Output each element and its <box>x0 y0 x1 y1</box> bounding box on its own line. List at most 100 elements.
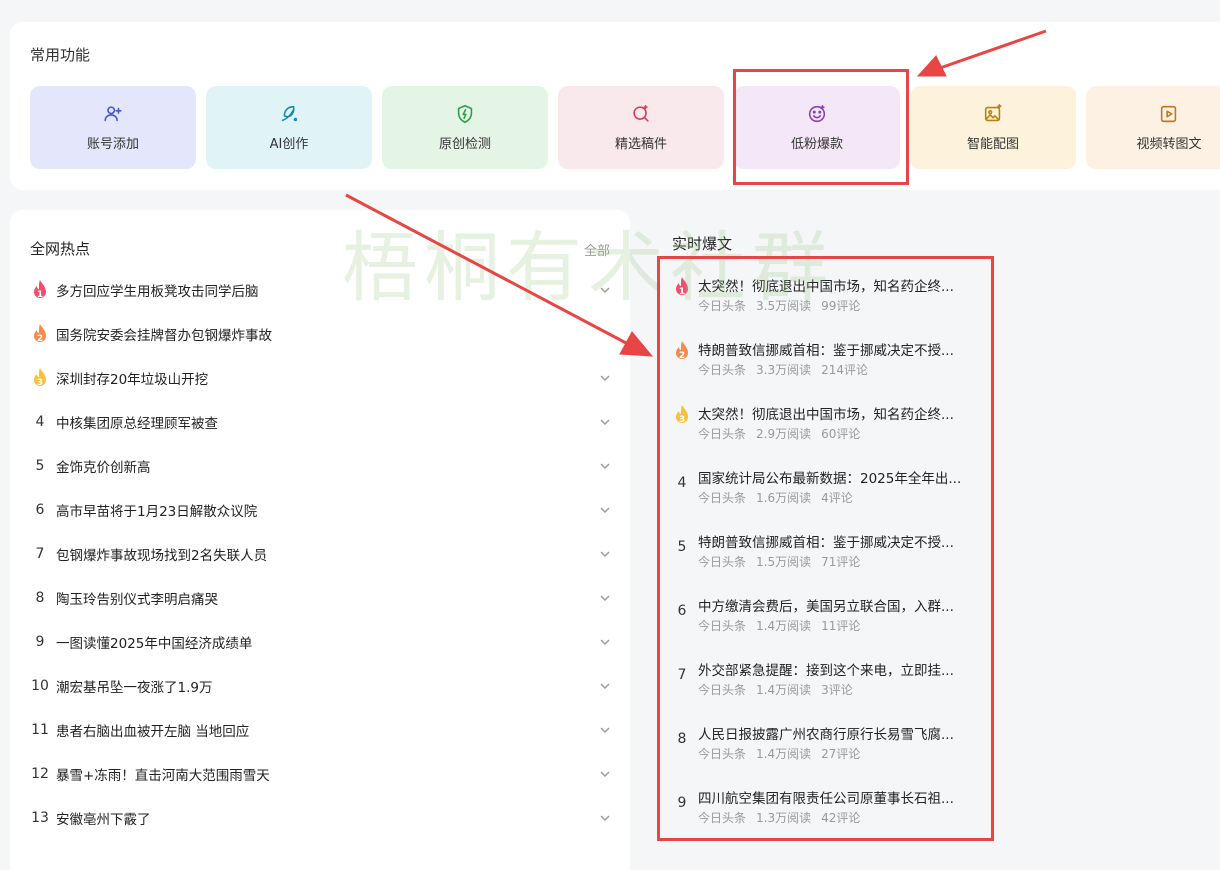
tile-shield-check[interactable]: 原创检测 <box>382 86 548 169</box>
rank-flame-icon: 3 <box>34 368 46 388</box>
hot-topic-text: 暴雪+冻雨！直击河南大范围雨雪天 <box>56 768 270 784</box>
rank-number: 12 <box>31 766 49 782</box>
hot-topic-row[interactable]: 5 金饰克价创新高 <box>30 452 612 480</box>
viral-article-item[interactable]: 5 特朗普致信挪威首相：鉴于挪威决定不授... 今日头条 1.5万阅读 71评论 <box>672 531 972 577</box>
common-functions-card: 常用功能 账号添加 AI创作 原创检测 精选稿件 低粉爆款 智能配图 视频转图文 <box>10 22 1220 190</box>
viral-rank: 8 <box>677 731 687 747</box>
viral-rank: 7 <box>677 667 687 683</box>
hot-topic-row[interactable]: 11 患者右脑出血被开左脑 当地回应 <box>30 716 612 744</box>
rank-number: 10 <box>31 678 49 694</box>
viral-article-title[interactable]: 特朗普致信挪威首相：鉴于挪威决定不授... <box>698 339 970 359</box>
hot-topic-text: 深圳封存20年垃圾山开挖 <box>56 372 209 388</box>
tile-image-sparkle[interactable]: 智能配图 <box>910 86 1076 169</box>
chevron-down-icon[interactable] <box>598 635 612 649</box>
tile-feather-pen[interactable]: AI创作 <box>206 86 372 169</box>
search-sparkle-icon <box>633 104 649 122</box>
rank-number: 8 <box>35 590 45 606</box>
hot-topic-text: 潮宏基吊坠一夜涨了1.9万 <box>56 680 213 696</box>
rank-number: 7 <box>35 546 45 562</box>
hot-topic-text: 包钢爆炸事故现场找到2名失联人员 <box>56 548 268 564</box>
tile-add-user[interactable]: 账号添加 <box>30 86 196 169</box>
viral-article-meta: 今日头条 1.3万阅读 42评论 <box>698 809 870 826</box>
viral-article-item[interactable]: 4 国家统计局公布最新数据：2025年全年出... 今日头条 1.6万阅读 4评论 <box>672 467 972 513</box>
hot-topic-row[interactable]: 10 潮宏基吊坠一夜涨了1.9万 <box>30 672 612 700</box>
add-user-icon <box>104 106 122 122</box>
chevron-down-icon[interactable] <box>598 723 612 737</box>
tile-label: 视频转图文 <box>1136 137 1202 152</box>
viral-article-meta: 今日头条 1.6万阅读 4评论 <box>698 489 863 506</box>
viral-article-title[interactable]: 中方缴清会费后，美国另立联合国，入群... <box>698 595 970 615</box>
hot-topic-row[interactable]: 7 包钢爆炸事故现场找到2名失联人员 <box>30 540 612 568</box>
article-source: 今日头条 <box>698 299 747 313</box>
viral-article-title[interactable]: 太突然！彻底退出中国市场，知名药企终... <box>698 275 970 295</box>
article-comments: 214评论 <box>821 363 869 377</box>
view-all-link[interactable]: 全部 <box>584 240 610 259</box>
viral-rank: 4 <box>677 475 687 491</box>
viral-article-item[interactable]: 6 中方缴清会费后，美国另立联合国，入群... 今日头条 1.4万阅读 11评论 <box>672 595 972 641</box>
hot-topics-title: 全网热点 <box>30 240 91 258</box>
viral-article-title[interactable]: 太突然！彻底退出中国市场，知名药企终... <box>698 403 970 423</box>
viral-article-title[interactable]: 国家统计局公布最新数据：2025年全年出... <box>698 467 970 487</box>
article-reads: 3.5万阅读 <box>756 299 812 313</box>
tile-search-sparkle[interactable]: 精选稿件 <box>558 86 724 169</box>
tile-smile-sparkle[interactable]: 低粉爆款 <box>734 86 900 169</box>
chevron-down-icon[interactable] <box>598 767 612 781</box>
common-functions-title: 常用功能 <box>30 46 91 64</box>
hot-topic-row[interactable]: 2 国务院安委会挂牌督办包钢爆炸事故 <box>30 320 612 348</box>
chevron-down-icon[interactable] <box>598 547 612 561</box>
svg-text:3: 3 <box>37 378 43 388</box>
article-comments: 42评论 <box>821 811 861 825</box>
hot-topic-row[interactable]: 6 高市早苗将于1月23日解散众议院 <box>30 496 612 524</box>
article-reads: 1.5万阅读 <box>756 555 812 569</box>
viral-rank: 6 <box>677 603 687 619</box>
viral-article-title[interactable]: 四川航空集团有限责任公司原董事长石祖... <box>698 787 970 807</box>
article-source: 今日头条 <box>698 555 747 569</box>
rank-number: 4 <box>35 414 45 430</box>
chevron-down-icon[interactable] <box>598 679 612 693</box>
article-source: 今日头条 <box>698 427 747 441</box>
hot-topic-row[interactable]: 4 中核集团原总经理顾军被查 <box>30 408 612 436</box>
feather-pen-icon <box>281 105 298 122</box>
chevron-down-icon[interactable] <box>598 503 612 517</box>
viral-article-title[interactable]: 特朗普致信挪威首相：鉴于挪威决定不授... <box>698 531 970 551</box>
viral-rank: 2 <box>672 340 692 362</box>
viral-article-item[interactable]: 3 太突然！彻底退出中国市场，知名药企终... 今日头条 2.9万阅读 60评论 <box>672 403 972 449</box>
tile-label: 智能配图 <box>966 137 1019 152</box>
rank-flame-icon: 2 <box>34 324 46 344</box>
hot-topic-row[interactable]: 13 安徽亳州下霰了 <box>30 804 612 832</box>
chevron-down-icon[interactable] <box>598 591 612 605</box>
chevron-down-icon[interactable] <box>598 811 612 825</box>
tile-video-doc[interactable]: 视频转图文 <box>1086 86 1220 169</box>
article-source: 今日头条 <box>698 619 747 633</box>
viral-rank: 5 <box>677 539 687 555</box>
hot-topic-row[interactable]: 1 多方回应学生用板凳攻击同学后脑 <box>30 276 612 304</box>
chevron-down-icon[interactable] <box>598 415 612 429</box>
article-comments: 27评论 <box>821 747 861 761</box>
viral-article-item[interactable]: 8 人民日报披露广州农商行原行长易雪飞腐... 今日头条 1.4万阅读 27评论 <box>672 723 972 769</box>
svg-text:2: 2 <box>679 351 685 361</box>
viral-article-item[interactable]: 1 太突然！彻底退出中国市场，知名药企终... 今日头条 3.5万阅读 99评论 <box>672 275 972 321</box>
chevron-down-icon[interactable] <box>598 459 612 473</box>
chevron-down-icon[interactable] <box>598 283 612 297</box>
hot-topic-row[interactable]: 3 深圳封存20年垃圾山开挖 <box>30 364 612 392</box>
rank-flame-icon: 1 <box>34 280 46 300</box>
viral-rank: 3 <box>672 404 692 426</box>
viral-article-item[interactable]: 7 外交部紧急提醒：接到这个来电，立即挂... 今日头条 1.4万阅读 3评论 <box>672 659 972 705</box>
viral-article-item[interactable]: 2 特朗普致信挪威首相：鉴于挪威决定不授... 今日头条 3.3万阅读 214评论 <box>672 339 972 385</box>
hot-topic-row[interactable]: 9 一图读懂2025年中国经济成绩单 <box>30 628 612 656</box>
smile-sparkle-icon <box>808 104 826 123</box>
chevron-down-icon[interactable] <box>598 371 612 385</box>
tile-label: 精选稿件 <box>614 137 667 152</box>
article-source: 今日头条 <box>698 683 747 697</box>
svg-text:1: 1 <box>679 287 685 297</box>
rank-number: 6 <box>35 502 45 518</box>
hot-topic-row[interactable]: 8 陶玉玲告别仪式李明启痛哭 <box>30 584 612 612</box>
viral-article-title[interactable]: 人民日报披露广州农商行原行长易雪飞腐... <box>698 723 970 743</box>
article-comments: 71评论 <box>821 555 861 569</box>
viral-article-item[interactable]: 9 四川航空集团有限责任公司原董事长石祖... 今日头条 1.3万阅读 42评论 <box>672 787 972 833</box>
hot-topic-text: 一图读懂2025年中国经济成绩单 <box>56 636 253 652</box>
viral-article-title[interactable]: 外交部紧急提醒：接到这个来电，立即挂... <box>698 659 970 679</box>
hot-topics-card: 全网热点 全部 1 多方回应学生用板凳攻击同学后脑 2 国务院安委会挂牌督办包钢爆炸事… <box>10 210 630 870</box>
article-source: 今日头条 <box>698 747 747 761</box>
hot-topic-row[interactable]: 12 暴雪+冻雨！直击河南大范围雨雪天 <box>30 760 612 788</box>
